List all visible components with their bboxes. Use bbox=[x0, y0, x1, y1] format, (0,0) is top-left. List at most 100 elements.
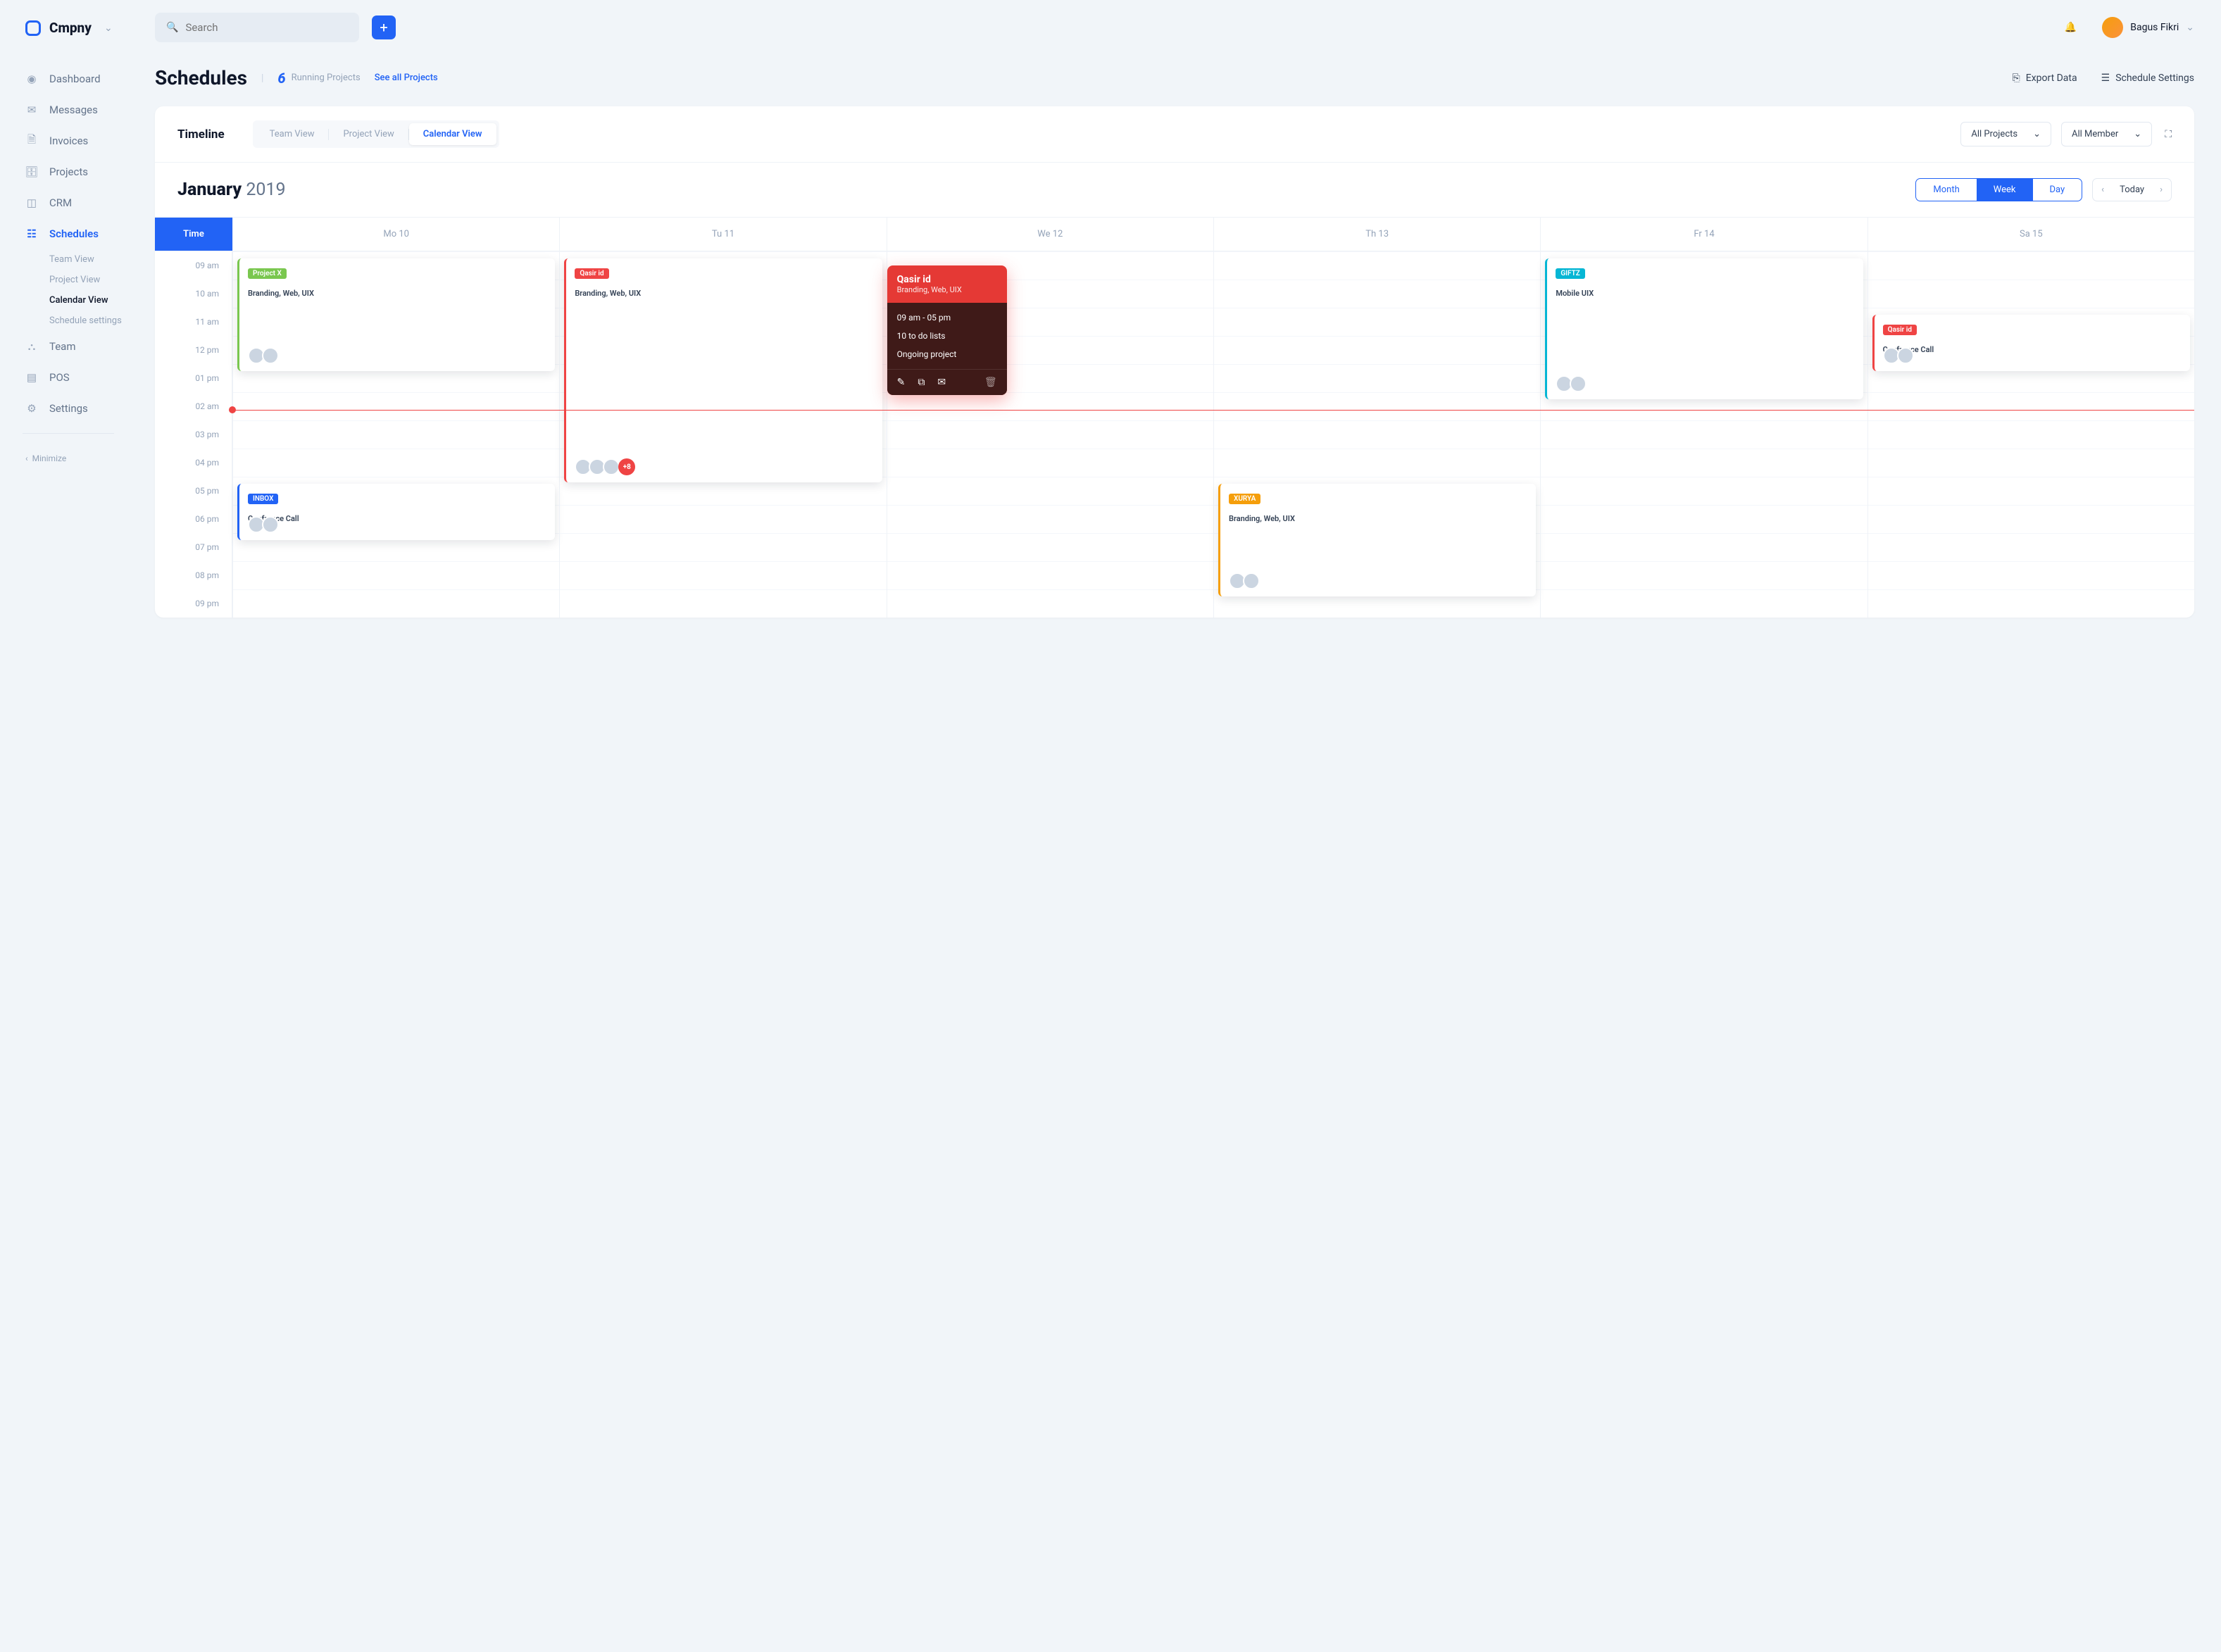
col-sa: Sa 15 bbox=[1867, 218, 2194, 251]
seg-day[interactable]: Day bbox=[2033, 179, 2082, 201]
chevron-left-icon: ‹ bbox=[2101, 184, 2104, 195]
event-qasir-tu[interactable]: Qasir id Branding, Web, UIX +8 bbox=[564, 258, 882, 482]
event-tag: XURYA bbox=[1229, 494, 1260, 504]
sidebar: Cmpny ⌄ ◉Dashboard ✉ Messages 🗎 Invoices 🗄… bbox=[0, 0, 155, 1652]
today-navigator: ‹ Today › bbox=[2092, 178, 2172, 201]
plus-icon: + bbox=[380, 19, 387, 36]
event-subtitle: Branding, Web, UIX bbox=[575, 284, 873, 302]
tab-project-view[interactable]: Project View bbox=[329, 123, 408, 145]
nav-pos[interactable]: ▤POS bbox=[25, 363, 155, 392]
nav-invoices[interactable]: 🗎 Invoices bbox=[25, 126, 155, 156]
schedule-settings-label: Schedule Settings bbox=[2115, 73, 2194, 84]
see-all-projects-link[interactable]: See all Projects bbox=[375, 73, 438, 83]
expand-icon: ⛶ bbox=[2165, 129, 2172, 140]
day-th: XURYA Branding, Web, UIX bbox=[1213, 251, 1540, 618]
popover-time: 09 am - 05 pm bbox=[897, 313, 997, 323]
mail-icon[interactable]: ✉ bbox=[937, 377, 946, 388]
user-avatar bbox=[2102, 17, 2123, 38]
event-giftz[interactable]: GIFTZ Mobile UIX bbox=[1545, 258, 1863, 399]
running-count: 6 bbox=[277, 70, 285, 87]
filter-projects-label: All Projects bbox=[1971, 129, 2017, 139]
prev-button[interactable]: ‹ bbox=[2093, 179, 2113, 201]
tab-team-view[interactable]: Team View bbox=[256, 123, 329, 145]
user-menu[interactable]: Bagus Fikri ⌄ bbox=[2102, 17, 2194, 38]
export-label: Export Data bbox=[2026, 73, 2077, 84]
gear-icon: ⚙ bbox=[25, 402, 38, 415]
seg-month[interactable]: Month bbox=[1916, 179, 1976, 201]
file-icon: 🗎 bbox=[25, 134, 38, 147]
popover-title: Qasir id bbox=[897, 274, 997, 285]
nav-settings[interactable]: ⚙ Settings bbox=[25, 394, 155, 423]
current-time-indicator bbox=[232, 410, 2194, 411]
avatar bbox=[262, 347, 279, 364]
search-box[interactable]: 🔍 bbox=[155, 13, 359, 42]
event-avatars bbox=[248, 516, 276, 533]
time-label: 09 pm bbox=[155, 589, 232, 618]
expand-button[interactable]: ⛶ bbox=[2165, 129, 2172, 140]
add-button[interactable]: + bbox=[372, 15, 396, 39]
time-label: 08 pm bbox=[155, 561, 232, 589]
nav-pos-label: POS bbox=[49, 371, 70, 384]
nav-messages[interactable]: ✉ Messages bbox=[25, 95, 155, 125]
chevron-down-icon: ⌄ bbox=[2033, 129, 2041, 139]
nav-projects[interactable]: 🗄Projects bbox=[25, 157, 155, 187]
avatar bbox=[262, 516, 279, 533]
brand-selector[interactable]: Cmpny ⌄ bbox=[25, 20, 155, 36]
nav-dashboard[interactable]: ◉Dashboard bbox=[25, 64, 155, 94]
nav-schedules-label: Schedules bbox=[49, 227, 99, 240]
inbox-icon: ✉ bbox=[25, 104, 38, 116]
contact-icon: ◫ bbox=[25, 196, 38, 209]
subnav-schedule-settings[interactable]: Schedule settings bbox=[49, 311, 155, 330]
day-tu: Qasir id Branding, Web, UIX +8 bbox=[559, 251, 886, 618]
schedule-settings-button[interactable]: ☰Schedule Settings bbox=[2101, 73, 2194, 84]
time-label: 03 pm bbox=[155, 420, 232, 449]
filter-member[interactable]: All Member⌄ bbox=[2061, 122, 2152, 146]
avatar bbox=[1897, 347, 1914, 364]
nav-messages-label: Messages bbox=[49, 104, 98, 116]
notifications-button[interactable]: 🔔 bbox=[2065, 22, 2077, 33]
subnav-calendar-view[interactable]: Calendar View bbox=[49, 291, 155, 310]
copy-icon[interactable]: ⧉ bbox=[918, 377, 925, 388]
event-avatars bbox=[1229, 572, 1257, 589]
nav-invoices-label: Invoices bbox=[49, 134, 88, 147]
timeline-title: Timeline bbox=[177, 127, 225, 142]
next-button[interactable]: › bbox=[2151, 179, 2171, 201]
subnav-team-view[interactable]: Team View bbox=[49, 250, 155, 269]
export-icon: ⎘ bbox=[2013, 73, 2020, 84]
time-label: 01 pm bbox=[155, 364, 232, 392]
time-label: 06 pm bbox=[155, 505, 232, 533]
event-qasir-sa[interactable]: Qasir id Confrence Call bbox=[1872, 315, 2190, 371]
briefcase-icon: 🗄 bbox=[25, 165, 38, 178]
today-button[interactable]: Today bbox=[2113, 184, 2151, 195]
tab-calendar-view[interactable]: Calendar View bbox=[409, 123, 496, 145]
time-label: 11 am bbox=[155, 308, 232, 336]
event-subtitle: Confrence Call bbox=[1883, 341, 2182, 358]
event-xurya[interactable]: XURYA Branding, Web, UIX bbox=[1218, 484, 1536, 596]
nav-schedules[interactable]: ☷ Schedules bbox=[25, 219, 155, 249]
event-avatars bbox=[1883, 347, 1911, 364]
seg-week[interactable]: Week bbox=[1977, 179, 2033, 201]
nav-team[interactable]: ⛬Team bbox=[25, 332, 155, 361]
export-data-button[interactable]: ⎘ Export Data bbox=[2013, 73, 2077, 84]
nav-settings-label: Settings bbox=[49, 402, 88, 415]
schedule-panel: Timeline Team View Project View Calendar… bbox=[155, 106, 2194, 618]
nav-crm-label: CRM bbox=[49, 196, 72, 209]
minimize-sidebar[interactable]: ‹Minimize bbox=[25, 453, 155, 463]
col-mo: Mo 10 bbox=[232, 218, 559, 251]
event-inbox[interactable]: INBOX Confrence Call bbox=[237, 484, 555, 540]
filter-projects[interactable]: All Projects ⌄ bbox=[1960, 122, 2051, 146]
popover-status: Ongoing project bbox=[897, 349, 997, 359]
day-sa: Qasir id Confrence Call bbox=[1867, 251, 2194, 618]
event-project-x[interactable]: Project X Branding, Web, UIX bbox=[237, 258, 555, 371]
trash-icon[interactable]: 🗑 bbox=[984, 377, 997, 388]
search-input[interactable] bbox=[185, 21, 348, 34]
event-popover[interactable]: Qasir id Branding, Web, UIX 09 am - 05 p… bbox=[887, 265, 1007, 395]
schedule-icon: ☷ bbox=[25, 227, 38, 240]
nav-crm[interactable]: ◫ CRM bbox=[25, 188, 155, 218]
filter-member-label: All Member bbox=[2072, 129, 2118, 139]
edit-icon[interactable]: ✎ bbox=[897, 377, 906, 388]
event-tag: INBOX bbox=[248, 494, 278, 504]
user-name: Bagus Fikri bbox=[2130, 22, 2179, 33]
time-label: 09 am bbox=[155, 251, 232, 280]
subnav-project-view[interactable]: Project View bbox=[49, 270, 155, 289]
